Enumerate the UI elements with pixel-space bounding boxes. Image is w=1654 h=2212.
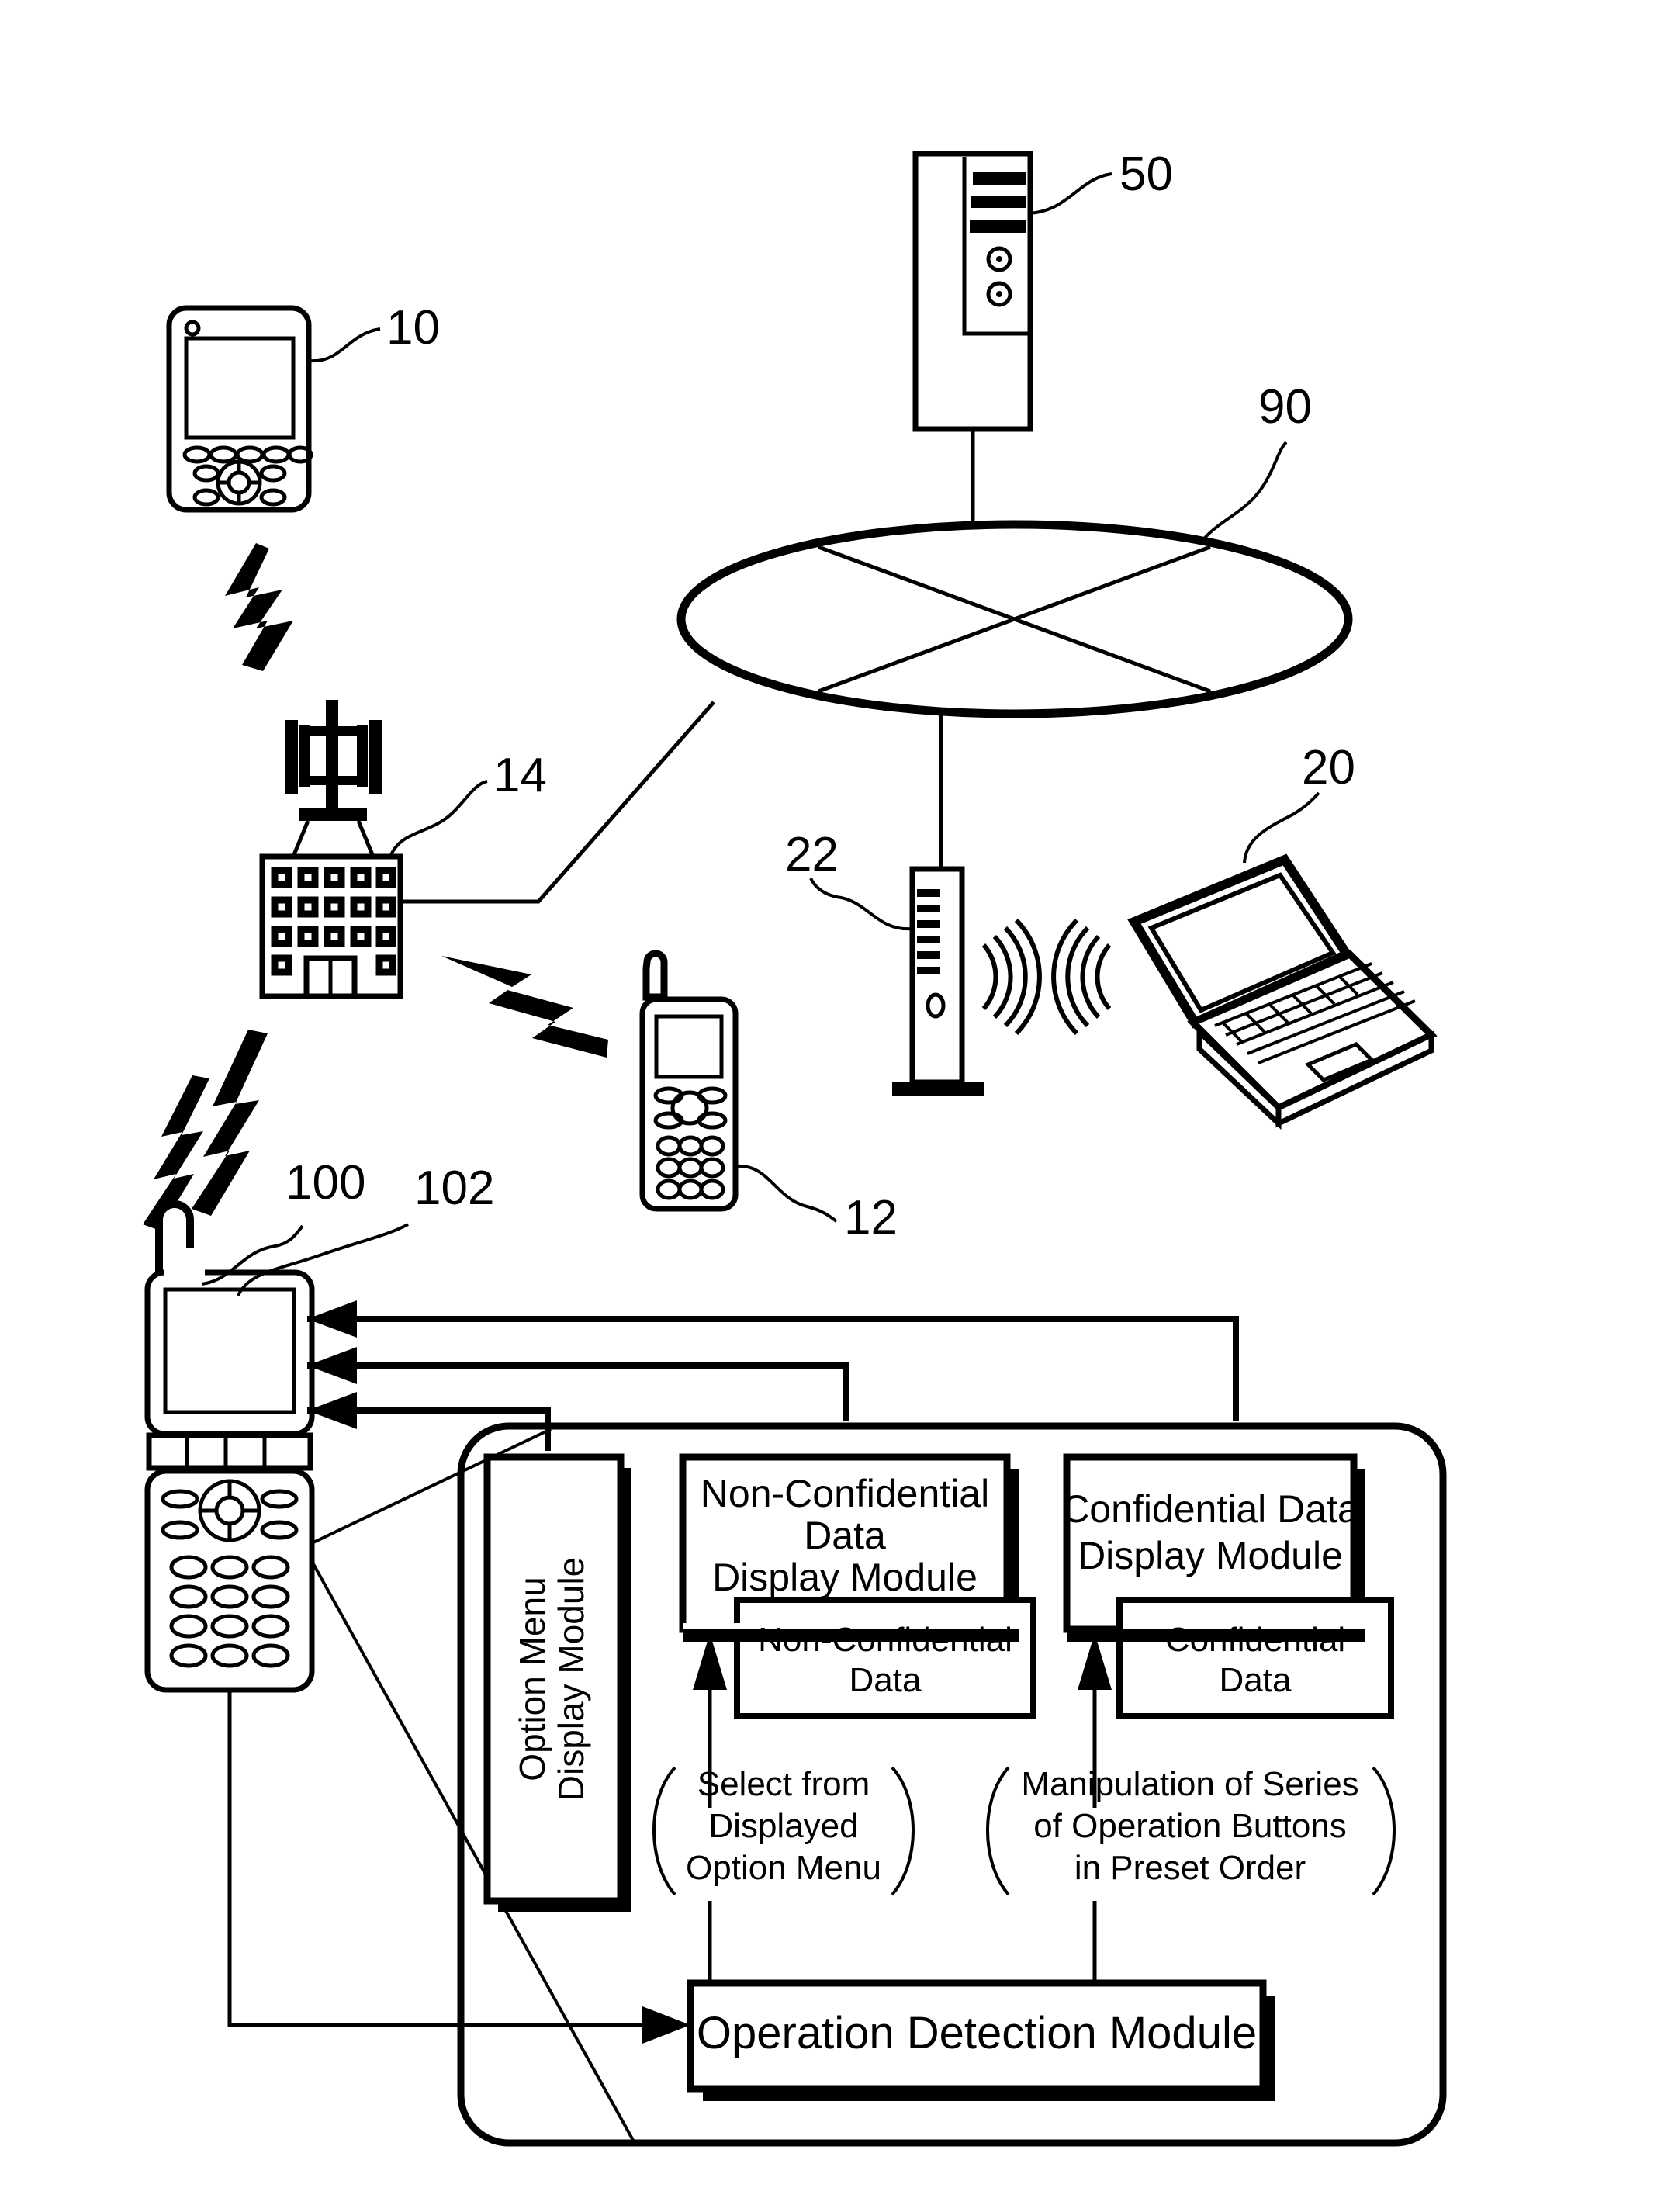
manip-line3: in Preset Order [1074,1849,1306,1887]
wifi-waves [981,918,1112,1036]
operation-detection-module: Operation Detection Module [687,1979,1275,2101]
manip-line1: Manipulation of Series [1021,1765,1358,1803]
manip-line2: of Operation Buttons [1033,1807,1347,1845]
manipulation-buttons-annotation: Manipulation of Series of Operation Butt… [986,1765,1396,1896]
cdm-line2: Display Module [1078,1534,1343,1577]
server-device [912,151,1033,534]
reference-label-14: 14 [493,749,547,802]
cdm-line1: Confidential Data [1061,1487,1359,1531]
cd-line2: Data [1220,1661,1292,1699]
wireless-access-point [892,866,984,1096]
option-menu-label-line1: Option Menu [512,1577,552,1781]
reference-label-22: 22 [785,828,839,881]
laptop-computer [1127,853,1438,1130]
reference-label-20: 20 [1302,741,1355,794]
reference-label-90: 90 [1258,380,1312,434]
mobile-phone [639,950,739,1212]
select-line2: Displayed [708,1807,858,1845]
patent-diagram-svg: 50 10 14 90 22 20 12 100 102 Option Menu… [143,147,1447,2147]
reference-label-10: 10 [386,301,440,355]
non-confidential-data-box: Non-Confidential Data [683,1597,1036,1719]
antenna-tower [285,700,382,857]
pda-device [166,305,313,513]
reference-label-12: 12 [844,1191,898,1244]
select-line3: Option Menu [686,1849,881,1887]
ncdm-line1: Non-Confidential [701,1472,989,1515]
odm-label: Operation Detection Module [697,2008,1257,2058]
flip-phone-display [163,1287,296,1414]
wireless-link-pda [225,543,293,671]
flip-phone-terminal [144,1200,315,1693]
ncdm-line2: Data [804,1514,886,1557]
network-cloud [676,520,1353,869]
select-line1: Select from [697,1765,870,1803]
reference-label-50: 50 [1119,147,1173,201]
figure-canvas: 50 10 14 90 22 20 12 100 102 Option Menu… [0,0,1654,2212]
confidential-data-box: Confidential Data [1116,1597,1394,1719]
base-station-building [259,853,403,999]
option-menu-label-line2: Display Module [551,1557,591,1801]
option-menu-display-module: Option Menu Display Module [483,1453,631,1912]
ncdm-line3: Display Module [712,1556,978,1599]
reference-label-102: 102 [414,1161,494,1215]
select-option-menu-annotation: Select from Displayed Option Menu [652,1765,915,1896]
ncd-line2: Data [849,1661,922,1699]
wireless-link-flipphone [143,1030,268,1231]
reference-label-100: 100 [285,1156,365,1210]
wireless-link-phone12 [441,956,608,1058]
